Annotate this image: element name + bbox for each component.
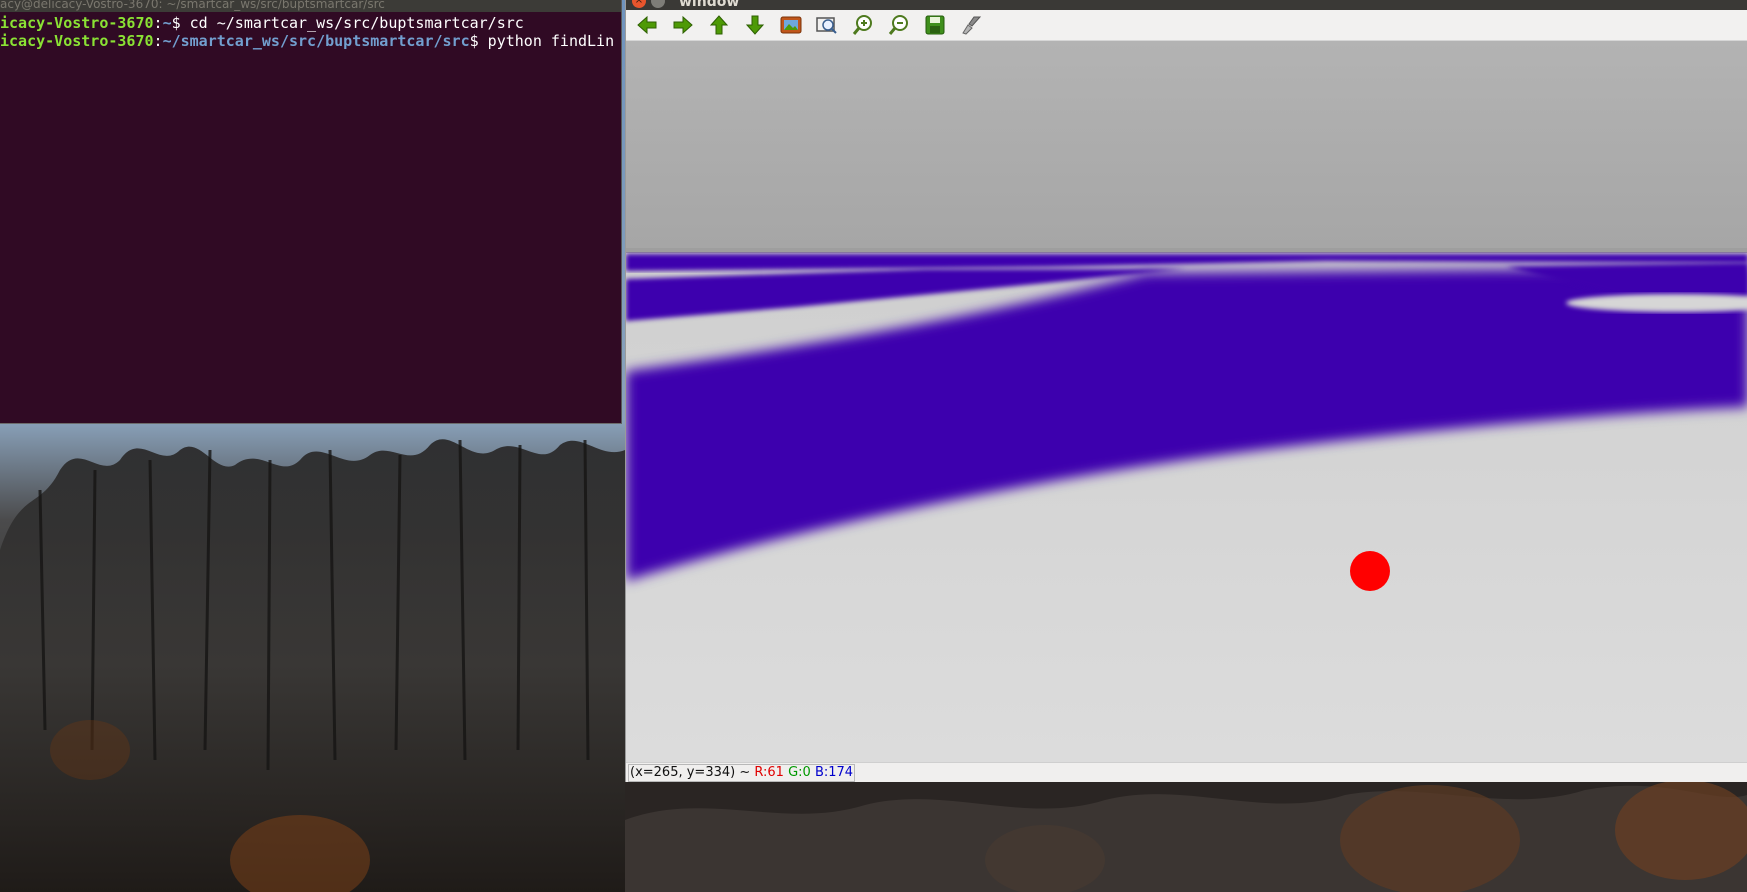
zoom-original-button[interactable] [778, 14, 804, 36]
prompt-user: icacy-Vostro-3670 [0, 31, 154, 50]
save-button[interactable] [922, 14, 948, 36]
cursor-coords: (x=265, y=334) ~ [630, 765, 751, 780]
pan-down-button[interactable] [742, 14, 768, 36]
terminal-line: icacy-Vostro-3670:~/smartcar_ws/src/bupt… [0, 31, 615, 50]
zoom-in-icon [852, 15, 872, 35]
arrow-up-icon [709, 15, 729, 35]
terminal-line: icacy-Vostro-3670:~$ cd ~/smartcar_ws/sr… [0, 14, 524, 32]
camera-frame [626, 41, 1747, 762]
arrow-down-icon [745, 15, 765, 35]
wallpaper-lower-forest [625, 780, 1747, 892]
pan-up-button[interactable] [706, 14, 732, 36]
prompt-path: ~ [162, 14, 172, 32]
pixel-readout: (x=265, y=334) ~ R:61 G:0 B:174 [628, 764, 856, 782]
save-icon [925, 15, 945, 35]
arrow-right-icon [673, 15, 693, 35]
zoom-fit-button[interactable] [814, 14, 840, 36]
tracking-marker [1350, 551, 1390, 591]
brush-icon [962, 16, 982, 35]
prompt-path: ~/smartcar_ws/src/buptsmartcar/src [162, 31, 470, 50]
pan-right-button[interactable] [670, 14, 696, 36]
window-title: window [679, 0, 740, 10]
terminal-command: python findLin [487, 31, 615, 50]
image-canvas[interactable] [626, 41, 1747, 762]
wallpaper-trees [0, 439, 625, 892]
zoom-out-icon [888, 15, 908, 35]
zoom-in-button[interactable] [850, 14, 876, 36]
viewer-titlebar[interactable]: × window [626, 0, 1747, 10]
terminal-command: cd ~/smartcar_ws/src/buptsmartcar/src [189, 14, 524, 32]
terminal-window[interactable]: acy@delicacy-Vostro-3670: ~/smartcar_ws/… [0, 0, 622, 424]
sky-region [626, 41, 1747, 249]
close-button[interactable]: × [632, 0, 646, 8]
viewer-toolbar [626, 10, 1747, 41]
prompt-user: icacy-Vostro-3670 [0, 14, 154, 32]
terminal-titlebar[interactable]: acy@delicacy-Vostro-3670: ~/smartcar_ws/… [0, 0, 621, 12]
pan-left-button[interactable] [634, 14, 660, 36]
green-value: G:0 [788, 765, 811, 780]
desktop: acy@delicacy-Vostro-3670: ~/smartcar_ws/… [0, 0, 1747, 892]
image-viewer-window[interactable]: × window (x=265, y=334) ~ R:61 G:0 B:174 [625, 0, 1747, 782]
minimize-button[interactable] [651, 0, 665, 8]
zoom-out-button[interactable] [886, 14, 912, 36]
viewer-statusbar: (x=265, y=334) ~ R:61 G:0 B:174 [626, 762, 1747, 782]
image-icon [780, 16, 802, 34]
properties-button[interactable] [958, 14, 984, 36]
arrow-left-icon [637, 15, 657, 35]
blue-value: B:174 [814, 765, 854, 780]
terminal-output[interactable]: icacy-Vostro-3670:~$ cd ~/smartcar_ws/sr… [0, 12, 621, 50]
zoom-fit-icon [816, 17, 837, 34]
red-value: R:61 [754, 765, 784, 780]
